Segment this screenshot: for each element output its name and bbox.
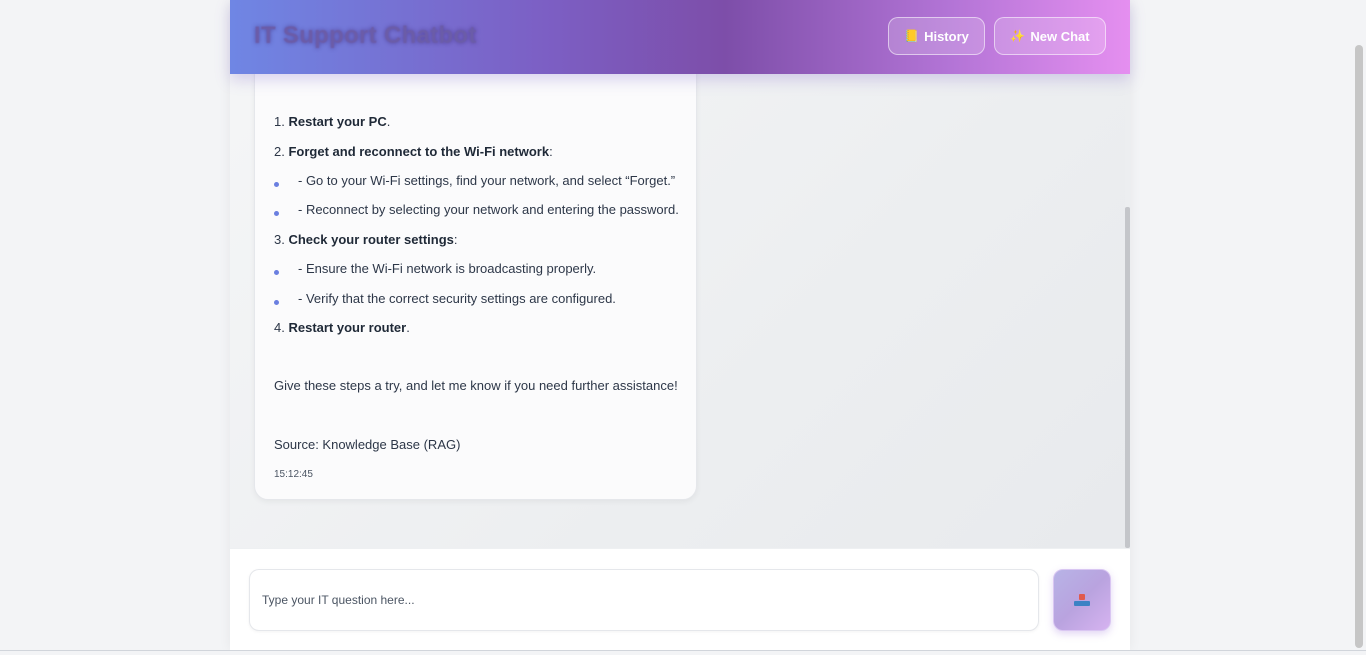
composer — [230, 548, 1130, 651]
book-icon: 📒 — [904, 29, 920, 43]
new-chat-button-label: New Chat — [1030, 28, 1090, 44]
chat-app: IT Support Chatbot 📒 History ✨ New Chat … — [230, 0, 1130, 651]
bullet-icon — [274, 211, 279, 216]
chat-scrollbar-thumb[interactable] — [1125, 207, 1130, 548]
step-1: 1. Restart your PC. — [274, 114, 391, 129]
source-text: Source: Knowledge Base (RAG) — [274, 437, 461, 452]
history-button-label: History — [924, 28, 969, 44]
bullet-icon — [274, 300, 279, 305]
window-bottom-edge — [0, 650, 1366, 655]
bullet-icon — [274, 270, 279, 275]
outbox-tray-icon — [1074, 594, 1090, 606]
closing-text: Give these steps a try, and let me know … — [274, 378, 678, 393]
page-title: IT Support Chatbot — [254, 22, 477, 49]
message-timestamp: 15:12:45 — [274, 469, 313, 480]
new-chat-button[interactable]: ✨ New Chat — [994, 17, 1106, 55]
chat-messages[interactable]: 1. Restart your PC. 2. Forget and reconn… — [230, 74, 1125, 548]
step-2: 2. Forget and reconnect to the Wi-Fi net… — [274, 144, 553, 159]
bot-message: 1. Restart your PC. 2. Forget and reconn… — [254, 74, 697, 500]
chat-scrollbar[interactable] — [1125, 74, 1130, 548]
sparkles-icon: ✨ — [1010, 29, 1026, 43]
step-4-title: Restart your router — [288, 320, 407, 335]
step-1-title: Restart your PC — [288, 114, 387, 129]
step-3-title: Check your router settings — [288, 232, 454, 247]
question-input[interactable] — [249, 569, 1039, 631]
bullet-icon — [274, 182, 279, 187]
send-button[interactable] — [1053, 569, 1111, 631]
history-button[interactable]: 📒 History — [888, 17, 985, 55]
app-header: IT Support Chatbot 📒 History ✨ New Chat — [230, 0, 1130, 74]
step-3: 3. Check your router settings: — [274, 232, 458, 247]
window-scrollbar[interactable] — [1355, 45, 1363, 648]
step-2-title: Forget and reconnect to the Wi-Fi networ… — [288, 144, 550, 159]
step-4: 4. Restart your router. — [274, 320, 410, 335]
